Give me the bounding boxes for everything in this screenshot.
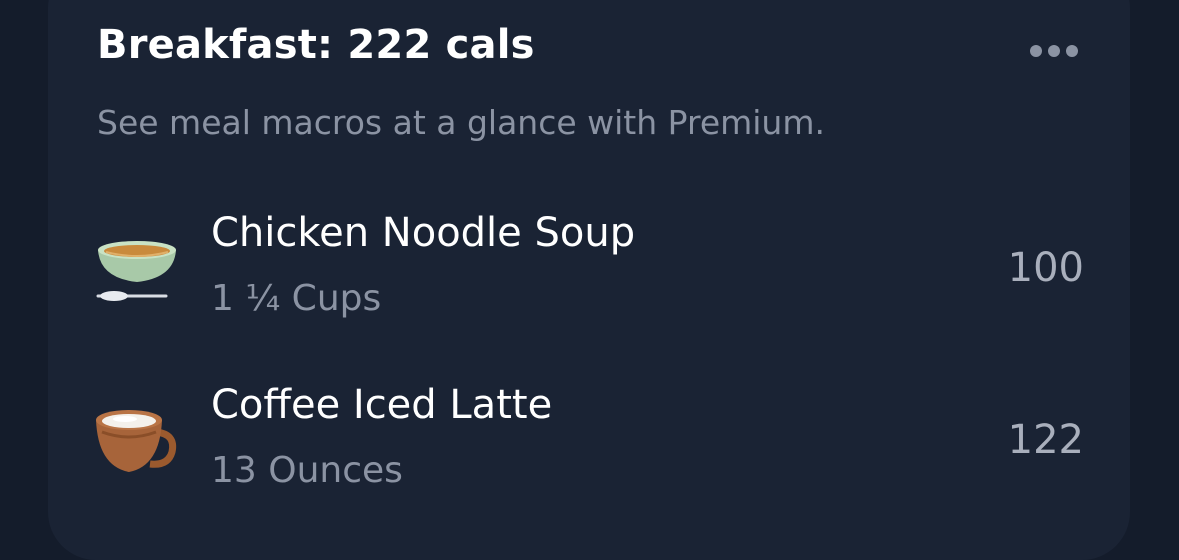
- food-name: Chicken Noodle Soup: [211, 210, 636, 256]
- ellipsis-icon: [1030, 45, 1042, 57]
- meal-title: Breakfast: 222 cals: [97, 22, 535, 68]
- food-calories: 100: [1007, 245, 1084, 291]
- ellipsis-icon: [1048, 45, 1060, 57]
- ellipsis-icon: [1066, 45, 1078, 57]
- soup-bowl-icon: [92, 230, 182, 320]
- food-item-chicken-noodle-soup[interactable]: Chicken Noodle Soup 1 ¼ Cups 100: [0, 190, 1179, 340]
- food-item-coffee-iced-latte[interactable]: Coffee Iced Latte 13 Ounces 122: [0, 362, 1179, 512]
- coffee-cup-icon: [92, 402, 182, 492]
- food-name: Coffee Iced Latte: [211, 382, 553, 428]
- food-calories: 122: [1007, 417, 1084, 463]
- premium-promo-text[interactable]: See meal macros at a glance with Premium…: [97, 103, 825, 142]
- more-options-button[interactable]: [1030, 44, 1078, 58]
- food-portion: 13 Ounces: [211, 450, 403, 491]
- food-portion: 1 ¼ Cups: [211, 278, 382, 319]
